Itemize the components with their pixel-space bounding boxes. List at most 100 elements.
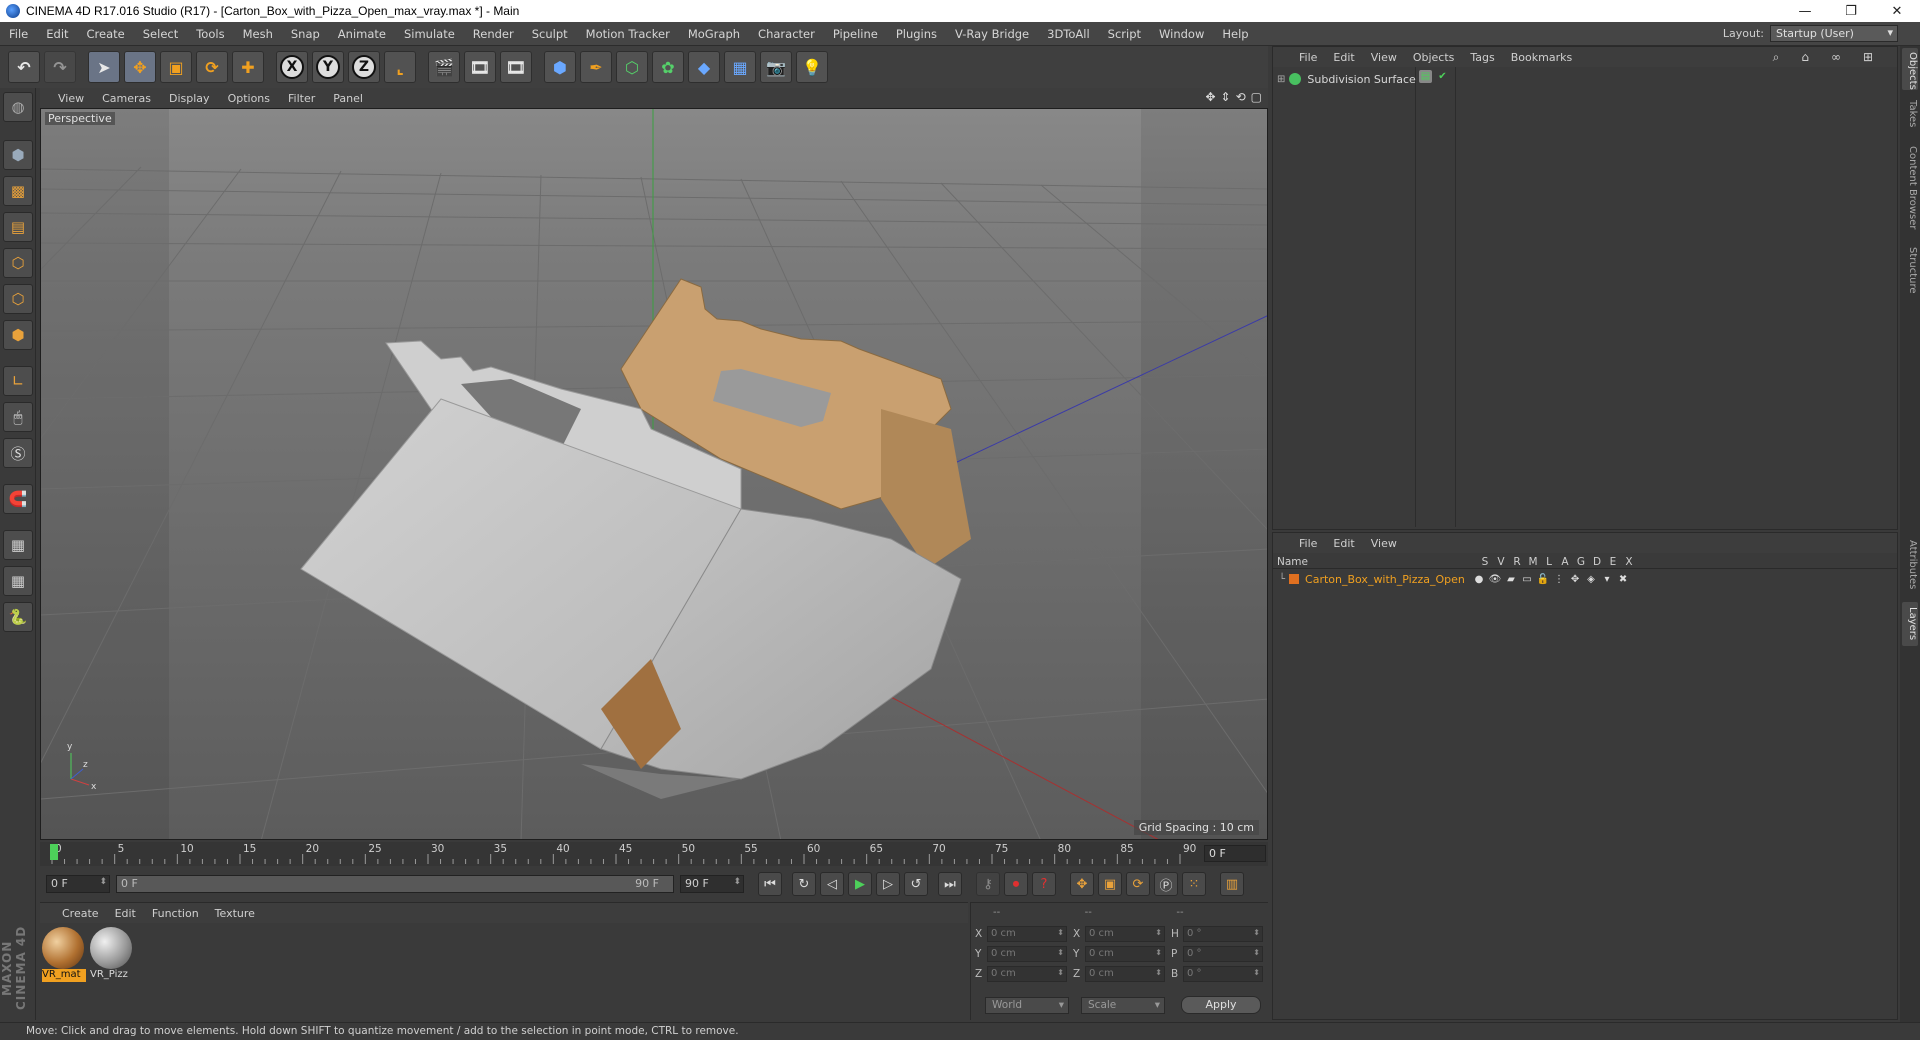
coordinate-space-dropdown[interactable]: World <box>985 997 1069 1014</box>
z-axis-lock[interactable]: Z <box>348 51 380 83</box>
menu-help[interactable]: Help <box>1213 27 1257 41</box>
viewport-menu-panel[interactable]: Panel <box>333 92 363 105</box>
menu-plugins[interactable]: Plugins <box>887 27 946 41</box>
record-scale-button[interactable]: ▣ <box>1098 872 1122 896</box>
tab-structure[interactable]: Structure <box>1902 242 1918 298</box>
autokeying-button[interactable]: ? <box>1032 872 1056 896</box>
menu-window[interactable]: Window <box>1150 27 1213 41</box>
render-header[interactable]: R <box>1509 556 1525 568</box>
layer-color-swatch[interactable] <box>1289 574 1300 584</box>
undo-button[interactable]: ↶ <box>8 51 40 83</box>
generators-header[interactable]: G <box>1573 556 1589 568</box>
animation-header[interactable]: A <box>1557 556 1573 568</box>
workplane-mode-button[interactable]: ▤ <box>3 212 33 242</box>
menu-edit[interactable]: Edit <box>37 27 77 41</box>
expand-icon[interactable]: ⊞ <box>1277 74 1285 85</box>
tab-layers[interactable]: Layers <box>1902 602 1918 646</box>
record-position-button[interactable]: ✥ <box>1070 872 1094 896</box>
motion-record-button[interactable]: ⚷ <box>976 872 1000 896</box>
render-picture-viewer-button[interactable]: 🎞 <box>464 51 496 83</box>
material-swatch-vr-mat[interactable]: VR_mat <box>42 927 86 983</box>
link-icon[interactable]: ∞ <box>1831 50 1841 65</box>
coordinate-system-button[interactable]: ⌞ <box>384 51 416 83</box>
solo-toggle-icon[interactable]: ● <box>1471 574 1487 585</box>
layer-name[interactable]: Carton_Box_with_Pizza_Open <box>1305 573 1471 586</box>
manager-header[interactable]: M <box>1525 556 1541 568</box>
workplane-align-button[interactable]: ▦ <box>3 566 33 596</box>
rotation-h-field[interactable]: 0 ° <box>1183 926 1263 942</box>
current-frame-field[interactable]: 0 F <box>1204 845 1266 862</box>
deformer-icon[interactable]: ◈ <box>1583 574 1599 585</box>
record-rotation-button[interactable]: ⟳ <box>1126 872 1150 896</box>
record-pla-button[interactable]: ⁙ <box>1182 872 1206 896</box>
start-frame-field[interactable]: 0 F <box>46 875 110 893</box>
make-editable-button[interactable]: ◍ <box>3 92 33 122</box>
viewport-menu-display[interactable]: Display <box>169 92 210 105</box>
object-menu-file[interactable]: File <box>1299 51 1317 64</box>
expression-icon[interactable]: ▾ <box>1599 574 1615 585</box>
perspective-viewport[interactable]: y x z Perspective Grid Spacing : 10 cm <box>40 108 1268 840</box>
view-header[interactable]: V <box>1493 556 1509 568</box>
enable-snap-button[interactable]: 🧲 <box>3 484 33 514</box>
material-menu-function[interactable]: Function <box>152 907 199 920</box>
menu-pipeline[interactable]: Pipeline <box>824 27 887 41</box>
minimize-button[interactable]: — <box>1782 0 1828 22</box>
frame-ruler[interactable]: 0 5 10 15 20 25 30 35 40 45 50 55 60 65 70 75 80 85 90 <box>50 842 1198 866</box>
add-cube-button[interactable]: ⬢ <box>544 51 576 83</box>
workplane-lock-button[interactable]: ▦ <box>3 530 33 560</box>
manager-icon[interactable]: ▭ <box>1519 574 1535 585</box>
material-menu-create[interactable]: Create <box>62 907 99 920</box>
new-window-icon[interactable]: ⊞ <box>1863 50 1873 65</box>
maximize-view-icon[interactable]: ▢ <box>1251 90 1262 104</box>
redo-button[interactable]: ↷ <box>44 51 76 83</box>
render-view-button[interactable]: 🎬 <box>428 51 460 83</box>
edges-mode-button[interactable]: ⬡ <box>3 284 33 314</box>
add-array-button[interactable]: ✿ <box>652 51 684 83</box>
record-active-objects-button[interactable]: ⏺ <box>1004 872 1028 896</box>
menu-render[interactable]: Render <box>464 27 523 41</box>
goto-next-key-button[interactable]: ↺ <box>904 872 928 896</box>
viewport-menu-view[interactable]: View <box>58 92 84 105</box>
deformers-header[interactable]: D <box>1589 556 1605 568</box>
dolly-icon[interactable]: ⇕ <box>1221 90 1231 104</box>
texture-mode-button[interactable]: ▩ <box>3 176 33 206</box>
move-tool[interactable]: ✥ <box>124 51 156 83</box>
goto-start-button[interactable]: ⏮ <box>758 872 782 896</box>
object-menu-tags[interactable]: Tags <box>1470 51 1494 64</box>
position-z-field[interactable]: 0 cm <box>987 966 1067 982</box>
close-button[interactable]: ✕ <box>1874 0 1920 22</box>
axis-mode-button[interactable]: ∟ <box>3 366 33 396</box>
xref-icon[interactable]: ✖ <box>1615 574 1631 585</box>
enabled-check-icon[interactable]: ✔ <box>1436 70 1449 83</box>
apply-button[interactable]: Apply <box>1181 996 1261 1014</box>
object-menu-bookmarks[interactable]: Bookmarks <box>1511 51 1572 64</box>
pan-icon[interactable]: ✥ <box>1205 90 1215 104</box>
animation-icon[interactable]: ⋮ <box>1551 574 1567 585</box>
menu-select[interactable]: Select <box>134 27 187 41</box>
menu-3dtoall[interactable]: 3DToAll <box>1038 27 1099 41</box>
search-icon[interactable]: ⌕ <box>1773 50 1780 65</box>
scale-tool[interactable]: ▣ <box>160 51 192 83</box>
xref-header[interactable]: X <box>1621 556 1637 568</box>
menu-motion-tracker[interactable]: Motion Tracker <box>577 27 679 41</box>
preview-range-slider[interactable]: 0 F 90 F <box>116 875 674 893</box>
layer-menu-file[interactable]: File <box>1299 537 1317 550</box>
expressions-header[interactable]: E <box>1605 556 1621 568</box>
material-menu-edit[interactable]: Edit <box>115 907 136 920</box>
prev-frame-button[interactable]: ◁ <box>820 872 844 896</box>
orbit-icon[interactable]: ⟲ <box>1236 90 1246 104</box>
next-frame-button[interactable]: ▷ <box>876 872 900 896</box>
object-row-subdivision-surface[interactable]: ⊞ Subdivision Surface <box>1277 71 1416 87</box>
tab-takes[interactable]: Takes <box>1902 96 1918 132</box>
rotation-p-field[interactable]: 0 ° <box>1183 946 1263 962</box>
menu-vray-bridge[interactable]: V-Ray Bridge <box>946 27 1038 41</box>
tweak-mode-button[interactable]: 🖱 <box>3 402 33 432</box>
add-floor-button[interactable]: ▦ <box>724 51 756 83</box>
layout-dropdown[interactable]: Startup (User) <box>1770 25 1898 42</box>
layer-menu-view[interactable]: View <box>1371 537 1397 550</box>
tab-content-browser[interactable]: Content Browser <box>1902 138 1918 238</box>
playhead[interactable] <box>50 844 58 860</box>
solo-header[interactable]: S <box>1477 556 1493 568</box>
end-frame-field[interactable]: 90 F <box>680 875 744 893</box>
menu-mograph[interactable]: MoGraph <box>679 27 749 41</box>
